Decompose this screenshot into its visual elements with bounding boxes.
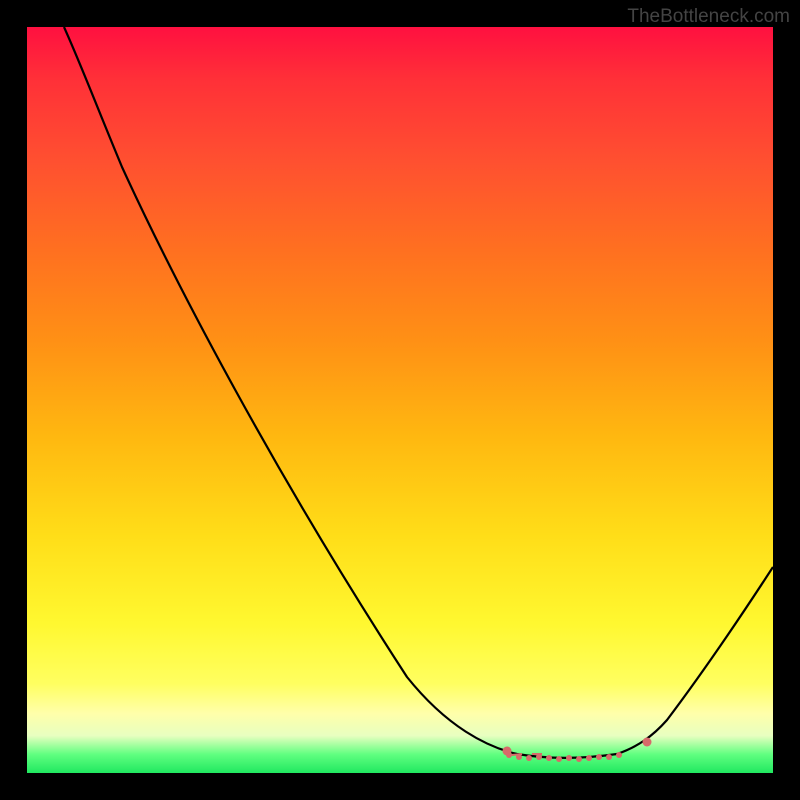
marker-tick xyxy=(512,754,522,755)
marker-dot xyxy=(556,756,562,762)
watermark-text: TheBottleneck.com xyxy=(627,6,790,28)
marker-dot xyxy=(506,752,512,758)
marker-dot xyxy=(643,738,652,747)
marker-dot xyxy=(606,754,612,760)
marker-dot xyxy=(546,755,552,761)
marker-dot xyxy=(596,754,602,760)
bottleneck-curve-svg xyxy=(27,27,773,773)
curve-path xyxy=(64,27,773,758)
marker-dot xyxy=(586,755,592,761)
chart-gradient-background xyxy=(27,27,773,773)
marker-dot xyxy=(616,752,622,758)
marker-dot xyxy=(526,755,532,761)
marker-dot xyxy=(566,755,572,761)
marker-dot xyxy=(576,756,582,762)
